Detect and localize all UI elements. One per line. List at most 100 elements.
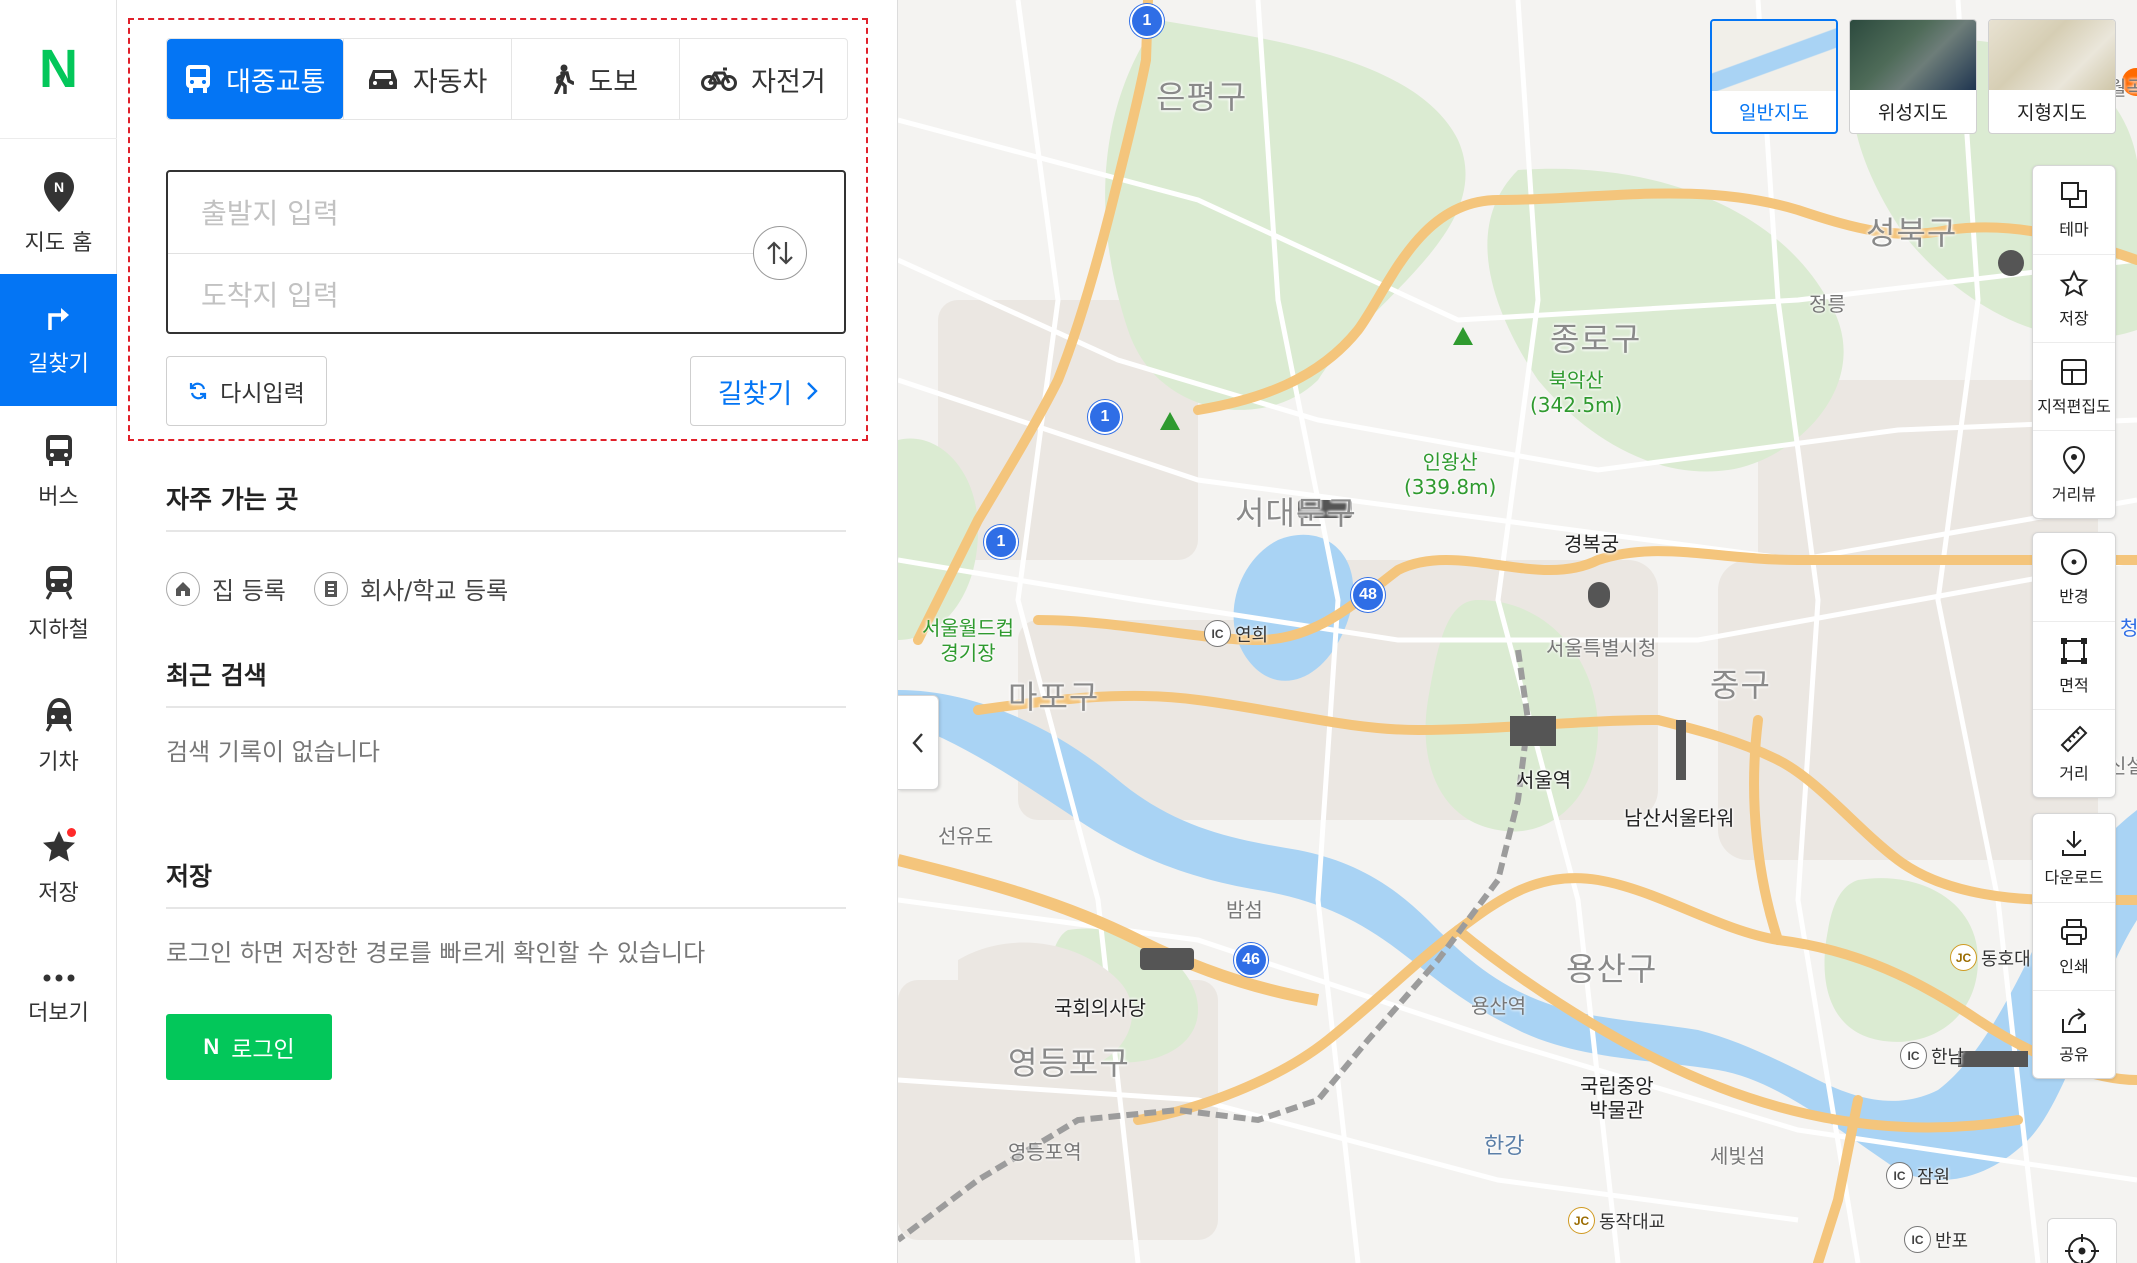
area-button[interactable]: 면적 — [2033, 621, 2115, 709]
river-label-hangang: 한강 — [1484, 1134, 1525, 1159]
print-button[interactable]: 인쇄 — [2033, 902, 2115, 990]
reset-input-button[interactable]: 다시입력 — [166, 356, 327, 426]
poi-bukaksan[interactable]: 북악산 (342.5m) — [1530, 368, 1622, 418]
poi-name: 서울월드컵 — [922, 616, 1014, 640]
rail-item-subway[interactable]: 지하철 — [0, 538, 117, 670]
district-label: 중구 — [1710, 666, 1771, 704]
poi-seonyudo[interactable]: 선유도 — [938, 820, 993, 849]
poi-name: 국립중앙 — [1580, 1074, 1654, 1098]
tool-label: 거리 — [2059, 763, 2089, 783]
building-icon — [314, 571, 348, 606]
map-pin-icon: N — [43, 172, 74, 212]
poi-bamseom[interactable]: 밤섬 — [1226, 894, 1263, 923]
rail-label: 저장 — [38, 881, 79, 906]
poi-inwangsan[interactable]: 인왕산 (339.8m) — [1404, 450, 1496, 500]
ic-label: 연희 — [1235, 624, 1269, 646]
map-type-normal[interactable]: 일반지도 — [1710, 19, 1838, 134]
share-button[interactable]: 공유 — [2033, 990, 2115, 1078]
poi-name: 인왕산 — [1422, 450, 1478, 474]
naver-logo[interactable]: N — [0, 0, 117, 139]
download-button[interactable]: 다운로드 — [2033, 814, 2115, 902]
rail-item-train[interactable]: 기차 — [0, 670, 117, 802]
section-divider — [166, 530, 846, 532]
register-home-button[interactable]: 집 등록 — [166, 571, 286, 606]
poi-gyeongbokgung[interactable]: 경복궁 — [1564, 532, 1619, 556]
ic-icon: IC — [1904, 1226, 1931, 1253]
edge-label: 청 — [2120, 616, 2137, 640]
collapse-panel-button[interactable] — [898, 695, 939, 790]
refresh-icon — [190, 382, 207, 400]
tab-car[interactable]: 자동차 — [342, 39, 511, 119]
interchange-marker: IC 잠원 — [1886, 1162, 1950, 1189]
recent-empty-text: 검색 기록이 없습니다 — [166, 738, 380, 766]
poi-worldcup-stadium[interactable]: 서울월드컵 경기장 — [922, 616, 1014, 666]
origin-input[interactable] — [168, 174, 758, 252]
poi-yongsan-station[interactable]: 용산역 — [1471, 990, 1526, 1019]
map-type-terrain[interactable]: 지형지도 — [1988, 19, 2116, 134]
download-icon — [2062, 831, 2086, 856]
location-pin-icon — [2062, 445, 2086, 474]
poi-height: (339.8m) — [1404, 475, 1497, 499]
svg-text:N: N — [53, 179, 63, 195]
map-thumbnail — [1989, 20, 2115, 90]
poi-national-assembly[interactable]: 국회의사당 — [1054, 996, 1146, 1020]
train-icon — [45, 698, 72, 732]
poi-namsan-tower[interactable]: 남산서울타워 — [1624, 806, 1734, 830]
map-type-label: 위성지도 — [1878, 102, 1948, 124]
home-icon — [166, 571, 200, 606]
save-map-button[interactable]: 저장 — [2033, 254, 2115, 342]
radius-button[interactable]: 반경 — [2033, 533, 2115, 621]
share-tools-group: 다운로드 인쇄 공유 — [2032, 813, 2116, 1079]
rail-item-bus[interactable]: 버스 — [0, 406, 117, 538]
section-divider — [166, 706, 846, 708]
interchange-marker: IC 연희 — [1204, 620, 1268, 647]
input-divider — [168, 253, 758, 254]
tool-label: 반경 — [2059, 587, 2089, 606]
register-work-button[interactable]: 회사/학교 등록 — [314, 571, 508, 606]
tool-label: 거리뷰 — [2051, 484, 2097, 504]
tab-bicycle[interactable]: 자전거 — [678, 39, 847, 119]
rail-item-saved[interactable]: 저장 — [0, 802, 117, 934]
rail-item-directions[interactable]: 길찾기 — [0, 274, 117, 406]
directions-icon — [47, 308, 69, 330]
share-icon — [2062, 1007, 2086, 1033]
current-location-button[interactable] — [2047, 1218, 2117, 1263]
map-view[interactable]: 은평구 성북구 종로구 서대문구 마포구 중구 용산구 영등포구 정릉 북악산 … — [898, 0, 2137, 1263]
tool-label: 인쇄 — [2059, 956, 2089, 976]
ic-label: 동호대 — [1981, 948, 2031, 970]
bus-icon — [186, 65, 211, 93]
rail-item-more[interactable]: 더보기 — [0, 934, 117, 1066]
route-number-badge: 46 — [1234, 943, 1268, 977]
district-label: 영등포구 — [1008, 1044, 1130, 1082]
cadastral-map-button[interactable]: 지적편집도 — [2033, 342, 2115, 430]
poi-seoul-station[interactable]: 서울역 — [1516, 768, 1571, 792]
theme-button[interactable]: 테마 — [2033, 166, 2115, 254]
tab-walk[interactable]: 도보 — [510, 39, 679, 119]
tab-public-transit[interactable]: 대중교통 — [167, 39, 343, 119]
saved-title: 저장 — [166, 862, 213, 891]
rail-item-map-home[interactable]: N 지도 홈 — [0, 148, 117, 280]
rail-label: 길찾기 — [28, 352, 89, 377]
street-view-button[interactable]: 거리뷰 — [2033, 430, 2115, 518]
ic-icon: IC — [1204, 620, 1231, 647]
map-type-satellite[interactable]: 위성지도 — [1849, 19, 1977, 134]
more-icon — [43, 974, 74, 982]
distance-button[interactable]: 거리 — [2033, 709, 2115, 797]
poi-yeongdeungpo-station[interactable]: 영등포역 — [1008, 1136, 1082, 1165]
poi-sebitseom[interactable]: 세빛섬 — [1710, 1140, 1765, 1169]
rail-label: 버스 — [38, 485, 79, 510]
jc-icon: JC — [1950, 944, 1977, 971]
destination-input[interactable] — [168, 256, 758, 334]
poi-national-museum[interactable]: 국립중앙 박물관 — [1580, 1074, 1654, 1122]
chevron-left-icon — [912, 732, 923, 753]
find-route-button[interactable]: 길찾기 — [690, 356, 846, 426]
poi-jeongneung[interactable]: 정릉 — [1809, 288, 1846, 317]
chevron-right-icon — [807, 382, 818, 400]
poi-cityhall[interactable]: 서울특별시청 — [1546, 632, 1656, 661]
subway-icon — [45, 566, 72, 600]
login-button[interactable]: N 로그인 — [166, 1014, 332, 1080]
bicycle-icon — [701, 67, 738, 91]
swap-button[interactable] — [753, 226, 807, 280]
car-icon — [368, 70, 397, 89]
reset-label: 다시입력 — [220, 381, 305, 407]
